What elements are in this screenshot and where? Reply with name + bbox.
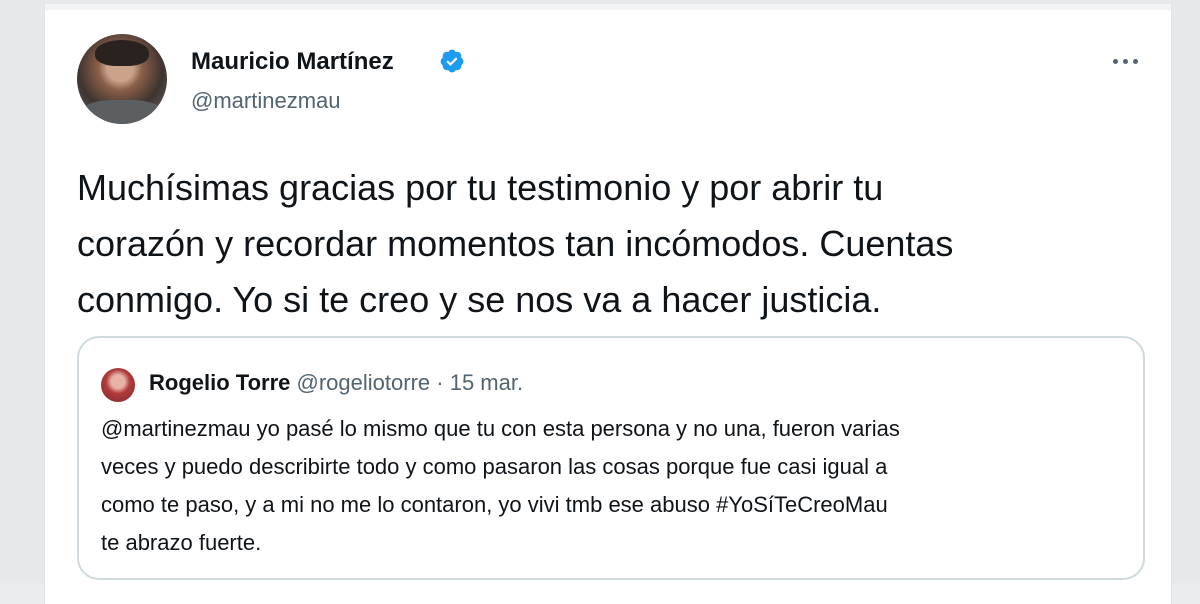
avatar-shirt — [81, 100, 163, 124]
quoted-text-line: te abrazo fuerte. — [101, 530, 262, 555]
quoted-author-handle: @rogeliotorre — [296, 370, 431, 395]
top-divider — [45, 4, 1171, 10]
quoted-text-line: veces y puedo describirte todo y como pa… — [101, 454, 888, 479]
quoted-text-line: @martinezmau yo pasé lo mismo que tu con… — [101, 416, 900, 441]
quoted-tweet-text: @martinezmau yo pasé lo mismo que tu con… — [101, 410, 1131, 562]
quoted-text-line: como te paso, y a mi no me lo contaron, … — [101, 492, 888, 517]
verified-badge-icon — [440, 49, 464, 73]
tweet-text-line: conmigo. Yo si te creo y se nos va a hac… — [77, 279, 882, 320]
tweet-text-line: Muchísimas gracias por tu testimonio y p… — [77, 167, 884, 208]
tweet-card[interactable]: Mauricio Martínez @martinezmau Muchísima… — [44, 4, 1172, 604]
avatar-hair — [95, 40, 149, 66]
quoted-date: 15 mar. — [449, 370, 524, 395]
dot — [1113, 58, 1118, 64]
author-handle[interactable]: @martinezmau — [191, 88, 341, 114]
tweet-text: Muchísimas gracias por tu testimonio y p… — [77, 160, 1157, 328]
quoted-tweet-header: Rogelio Torre @rogeliotorre · 15 mar. — [149, 370, 523, 396]
author-name[interactable]: Mauricio Martínez — [191, 48, 394, 76]
author-avatar[interactable] — [77, 34, 167, 124]
quoted-author-name: Rogelio Torre — [149, 370, 291, 395]
quoted-tweet-card[interactable]: Rogelio Torre @rogeliotorre · 15 mar. @m… — [77, 336, 1145, 580]
tweet-text-line: corazón y recordar momentos tan incómodo… — [77, 223, 954, 264]
ellipsis-icon[interactable] — [1113, 54, 1143, 68]
quoted-separator: · — [436, 370, 444, 395]
dot — [1123, 58, 1128, 64]
quoted-author-avatar — [101, 368, 135, 402]
dot — [1133, 58, 1138, 64]
